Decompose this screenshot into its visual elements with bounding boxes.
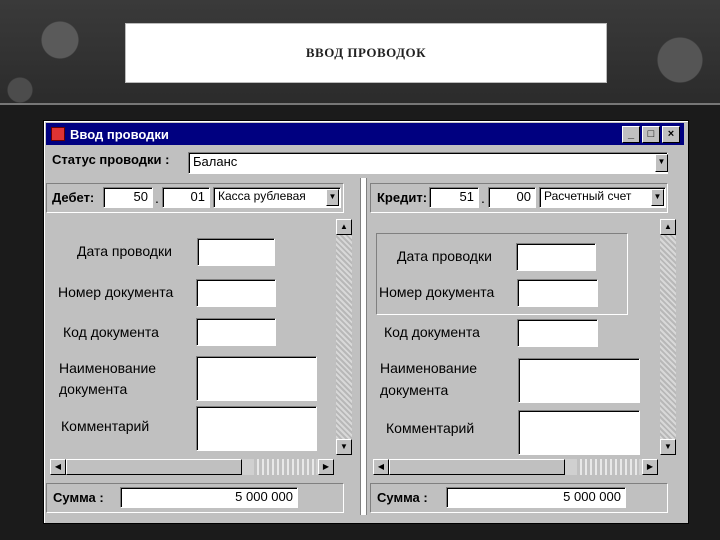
status-select[interactable]: Баланс bbox=[188, 152, 668, 174]
credit-docname-label: Наименование bbox=[380, 360, 478, 376]
debit-dot: . bbox=[155, 190, 159, 206]
credit-dot: . bbox=[481, 190, 485, 206]
debit-sum-label: Сумма : bbox=[53, 490, 104, 505]
credit-vertical-scrollbar[interactable] bbox=[660, 219, 676, 455]
credit-subaccount-field[interactable]: 00 bbox=[488, 187, 536, 208]
debit-label: Дебет: bbox=[52, 190, 95, 205]
close-button[interactable]: × bbox=[662, 126, 680, 143]
debit-sum-field[interactable]: 5 000 000 bbox=[120, 487, 298, 508]
credit-scroll-up-button[interactable]: ▲ bbox=[660, 219, 676, 235]
credit-scroll-right-button[interactable]: ▶ bbox=[642, 459, 658, 475]
debit-docname-label-2: документа bbox=[59, 381, 128, 397]
debit-account-name-select[interactable]: Касса рублевая bbox=[213, 187, 341, 208]
arrow-down-icon: ▼ bbox=[664, 442, 672, 451]
credit-docname-label-2: документа bbox=[380, 382, 449, 398]
debit-docnumber-field[interactable] bbox=[196, 279, 276, 307]
debit-doccode-field[interactable] bbox=[196, 318, 276, 346]
credit-scroll-down-button[interactable]: ▼ bbox=[660, 439, 676, 455]
chevron-down-icon: ▼ bbox=[653, 192, 662, 201]
credit-scroll-left-button[interactable]: ◀ bbox=[373, 459, 389, 475]
credit-date-label: Дата проводки bbox=[397, 248, 492, 264]
debit-docname-field[interactable] bbox=[196, 356, 317, 401]
debit-scroll-right-button[interactable]: ▶ bbox=[318, 459, 334, 475]
credit-docnumber-field[interactable] bbox=[517, 279, 598, 307]
debit-docnumber-label: Номер документа bbox=[58, 284, 174, 300]
credit-date-field[interactable] bbox=[516, 243, 596, 271]
credit-account-dropdown-button[interactable]: ▼ bbox=[651, 189, 664, 206]
debit-doccode-label: Код документа bbox=[63, 324, 159, 340]
arrow-down-icon: ▼ bbox=[340, 442, 348, 451]
credit-doccode-field[interactable] bbox=[517, 319, 598, 347]
credit-sum-field[interactable]: 5 000 000 bbox=[446, 487, 626, 508]
chevron-down-icon: ▼ bbox=[657, 157, 666, 166]
credit-account-field[interactable]: 51 bbox=[429, 187, 479, 208]
arrow-left-icon: ◀ bbox=[377, 462, 385, 471]
window-titlebar[interactable]: Ввод проводки _ □ × bbox=[46, 123, 684, 145]
pane-divider[interactable] bbox=[360, 178, 367, 515]
debit-date-field[interactable] bbox=[197, 238, 275, 266]
credit-account-name-select[interactable]: Расчетный счет bbox=[539, 187, 666, 208]
maximize-button[interactable]: □ bbox=[642, 126, 660, 143]
debit-subaccount-field[interactable]: 01 bbox=[162, 187, 210, 208]
status-dropdown-button[interactable]: ▼ bbox=[655, 154, 668, 172]
arrow-right-icon: ▶ bbox=[322, 462, 330, 471]
credit-docname-field[interactable] bbox=[518, 358, 640, 403]
debit-scroll-left-button[interactable]: ◀ bbox=[50, 459, 66, 475]
arrow-right-icon: ▶ bbox=[646, 462, 654, 471]
debit-scroll-down-button[interactable]: ▼ bbox=[336, 439, 352, 455]
debit-scroll-up-button[interactable]: ▲ bbox=[336, 219, 352, 235]
debit-comment-label: Комментарий bbox=[61, 418, 150, 434]
debit-docname-label: Наименование bbox=[59, 360, 157, 376]
credit-sum-label: Сумма : bbox=[377, 490, 428, 505]
chevron-down-icon: ▼ bbox=[328, 192, 337, 201]
credit-scroll-thumb[interactable] bbox=[389, 459, 565, 475]
credit-docnumber-label: Номер документа bbox=[379, 284, 495, 300]
arrow-left-icon: ◀ bbox=[54, 462, 62, 471]
debit-comment-field[interactable] bbox=[196, 406, 317, 451]
arrow-up-icon: ▲ bbox=[340, 222, 348, 231]
debit-scroll-track-pattern bbox=[254, 459, 316, 475]
credit-label: Кредит: bbox=[377, 190, 428, 205]
credit-scroll-track-pattern bbox=[577, 459, 639, 475]
debit-date-label: Дата проводки bbox=[77, 243, 172, 259]
slide-title: ВВОД ПРОВОДОК bbox=[305, 45, 427, 60]
debit-vertical-scrollbar[interactable] bbox=[336, 219, 352, 455]
credit-comment-label: Комментарий bbox=[386, 420, 475, 436]
minimize-button[interactable]: _ bbox=[622, 126, 640, 143]
app-icon bbox=[51, 127, 65, 141]
credit-doccode-label: Код документа bbox=[384, 324, 480, 340]
credit-comment-field[interactable] bbox=[518, 410, 640, 455]
arrow-up-icon: ▲ bbox=[664, 222, 672, 231]
status-label: Статус проводки : bbox=[52, 152, 170, 167]
slide-title-card: ВВОД ПРОВОДОК bbox=[125, 23, 607, 83]
debit-scroll-thumb[interactable] bbox=[66, 459, 242, 475]
debit-account-dropdown-button[interactable]: ▼ bbox=[326, 189, 339, 206]
debit-account-field[interactable]: 50 bbox=[103, 187, 153, 208]
window-title: Ввод проводки bbox=[70, 126, 169, 142]
